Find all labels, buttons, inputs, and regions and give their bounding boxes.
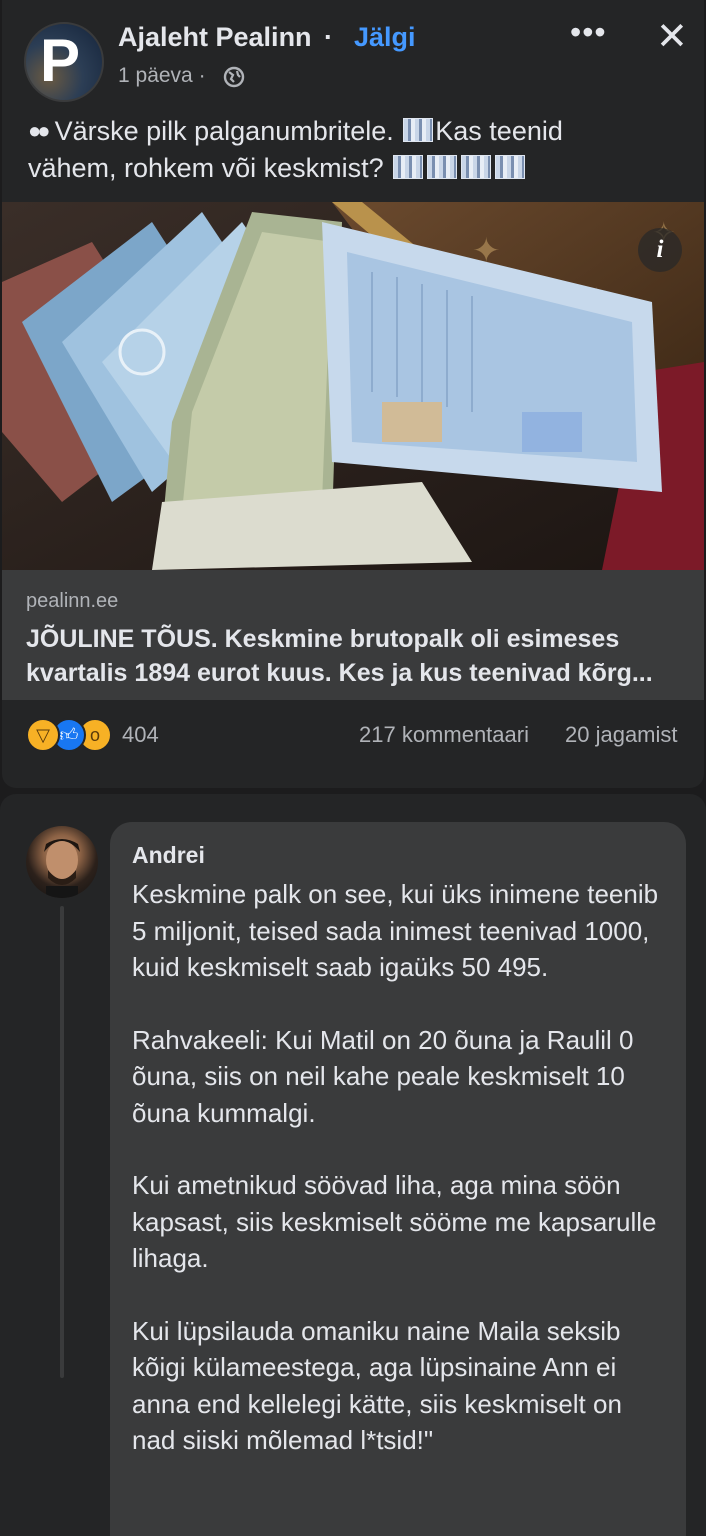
link-domain: pealinn.ee [26, 590, 119, 612]
euro-banknotes-wallet-image: ✦✦ ✧✧ [2, 202, 704, 570]
chart-emoji-icon [393, 155, 424, 179]
comment-author[interactable]: Andrei [132, 842, 205, 869]
globe-icon [223, 66, 245, 88]
page-avatar[interactable]: P [24, 22, 104, 102]
reactions-bar: ▽ 👍︎ o 404 217 kommentaari 20 jagamist [22, 714, 692, 760]
shares-count[interactable]: 20 jagamist [565, 722, 678, 748]
post-card: P Ajaleht Pealinn · Jälgi 1 päeva · ••• … [2, 0, 704, 788]
comment-bubble[interactable]: Andrei Keskmine palk on see, kui üks ini… [110, 822, 686, 1536]
post-timestamp[interactable]: 1 päeva · [118, 64, 206, 88]
reaction-count[interactable]: 404 [122, 722, 159, 748]
post-text-line1: Värske pilk palganumbritele. [54, 116, 394, 146]
link-title: JÕULINE TÕUS. Keskmine brutopalk oli esi… [26, 625, 653, 687]
comments-count[interactable]: 217 kommentaari [359, 722, 529, 748]
chart-emoji-icon [427, 155, 458, 179]
page-name[interactable]: Ajaleht Pealinn [118, 22, 312, 53]
comment-body: Keskmine palk on see, kui üks inimene te… [132, 876, 672, 1495]
follow-button[interactable]: Jälgi [354, 22, 416, 53]
eyes-emoji-icon: ●● [28, 118, 50, 143]
chart-emoji-icon [495, 155, 526, 179]
post-text-line2: vähem, rohkem või keskmist? [28, 153, 384, 183]
haha-reaction-icon: ▽ [26, 718, 60, 752]
post-text-line1b: Kas teenid [435, 116, 563, 146]
profile-photo-icon [44, 839, 80, 898]
comment-paragraph: Rahvakeeli: Kui Matil on 20 õuna ja Raul… [132, 1024, 634, 1128]
comment-paragraph: Kui ametnikud söövad liha, aga mina söön… [132, 1170, 657, 1273]
info-icon[interactable]: i [638, 228, 682, 272]
reaction-icons[interactable]: ▽ 👍︎ o [26, 718, 126, 756]
thread-line [60, 906, 64, 1378]
page-logo-letter: P [40, 27, 81, 94]
comment-paragraph: Kui lüpsilauda omaniku naine Maila seksi… [132, 1315, 622, 1456]
post-text: ●● Värske pilk palganumbritele. Kas teeni… [28, 112, 688, 187]
more-options-icon[interactable]: ••• [570, 14, 607, 51]
chart-emoji-icon [461, 155, 492, 179]
chart-emoji-icon [403, 118, 434, 142]
post-header: P Ajaleht Pealinn · Jälgi 1 päeva · ••• … [2, 0, 704, 110]
link-preview[interactable]: pealinn.ee JÕULINE TÕUS. Keskmine brutop… [2, 570, 704, 700]
commenter-avatar[interactable] [26, 826, 98, 898]
close-icon[interactable]: ✕ [656, 14, 688, 59]
header-separator: · [324, 22, 333, 52]
post-image[interactable]: ✦✦ ✧✧ [2, 202, 704, 570]
comment-paragraph: Keskmine palk on see, kui üks inimene te… [132, 879, 659, 982]
